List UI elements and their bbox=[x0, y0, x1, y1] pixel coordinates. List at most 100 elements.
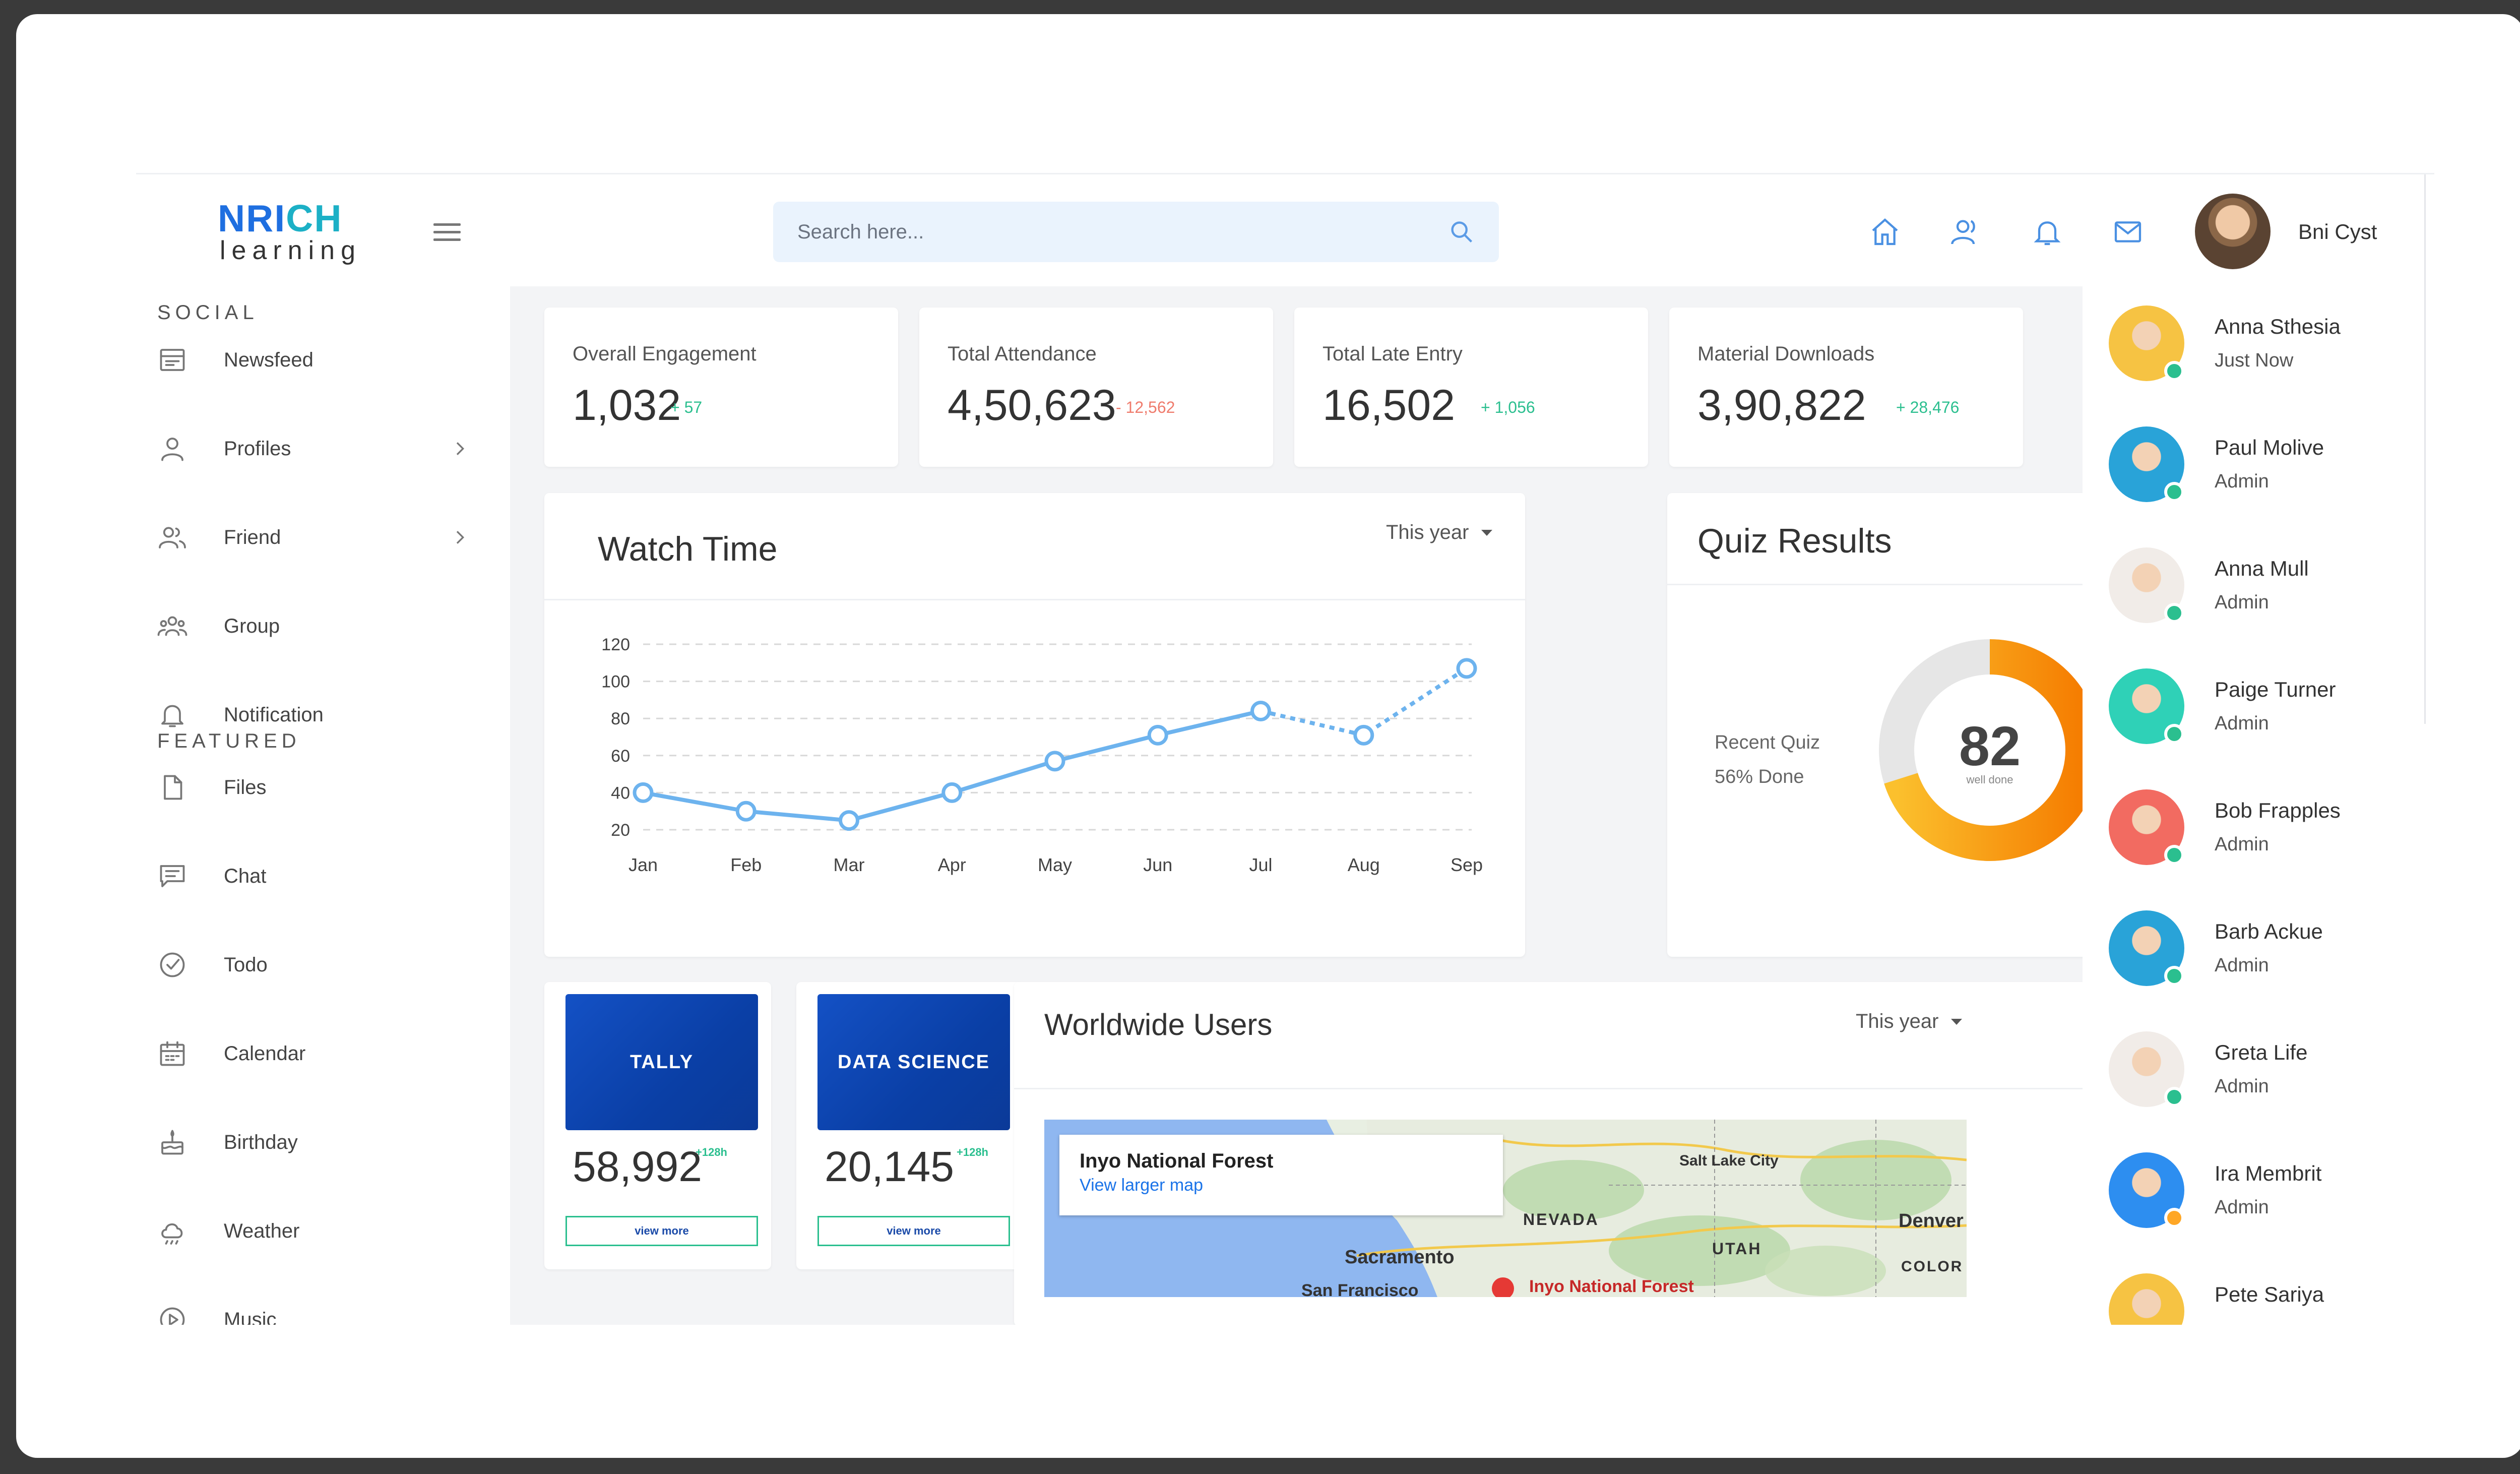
contact-role: Admin bbox=[2215, 471, 2269, 492]
view-more-button[interactable]: view more bbox=[817, 1216, 1010, 1246]
user-avatar[interactable] bbox=[2195, 194, 2271, 269]
data-point bbox=[839, 810, 859, 831]
status-indicator bbox=[2164, 603, 2184, 623]
chevron-right-icon[interactable] bbox=[450, 527, 470, 547]
sidebar-item-todo[interactable]: Todo bbox=[157, 940, 480, 990]
divider bbox=[544, 599, 1525, 600]
chevron-down-icon bbox=[1481, 529, 1492, 536]
contact-item[interactable]: Ira Membrit Admin bbox=[2109, 1152, 2411, 1233]
map-label: San Francisco bbox=[1301, 1281, 1419, 1297]
contact-item[interactable]: Greta Life Admin bbox=[2109, 1031, 2411, 1112]
status-indicator bbox=[2164, 482, 2184, 502]
contact-item[interactable]: Anna Sthesia Just Now bbox=[2109, 305, 2411, 386]
stat-delta: + 28,476 bbox=[1896, 398, 1960, 416]
x-tick-label: May bbox=[1038, 854, 1072, 875]
map-label: Sacramento bbox=[1345, 1247, 1455, 1268]
weather-icon bbox=[157, 1216, 187, 1246]
sidebar-item-calendar[interactable]: Calendar bbox=[157, 1028, 480, 1079]
search-input[interactable] bbox=[797, 220, 1448, 243]
music-icon bbox=[157, 1305, 187, 1325]
x-tick-label: Jan bbox=[628, 854, 658, 875]
contact-role: Admin bbox=[2215, 713, 2269, 734]
sidebar-item-label: Notification bbox=[224, 703, 324, 726]
quiz-score: 82 bbox=[1959, 715, 2021, 777]
bell-icon[interactable] bbox=[2031, 216, 2063, 248]
y-tick-label: 60 bbox=[611, 747, 630, 766]
stat-label: Total Late Entry bbox=[1322, 343, 1463, 365]
contact-role: Admin bbox=[2215, 592, 2269, 613]
divider bbox=[1014, 1088, 2146, 1089]
user-name[interactable]: Bni Cyst bbox=[2298, 220, 2377, 244]
notification-icon bbox=[157, 700, 187, 730]
sidebar-item-music[interactable]: Music bbox=[157, 1295, 480, 1325]
map-label: Salt Lake City bbox=[1679, 1152, 1779, 1169]
worldwide-period-label: This year bbox=[1856, 1010, 1939, 1032]
logo-sub: learning bbox=[220, 236, 362, 265]
contact-item[interactable]: Pete Sariya bbox=[2109, 1273, 2411, 1325]
contact-item[interactable]: Bob Frapples Admin bbox=[2109, 789, 2411, 870]
menu-toggle-icon[interactable] bbox=[433, 223, 461, 241]
sidebar-item-chat[interactable]: Chat bbox=[157, 851, 480, 901]
contact-name: Paige Turner bbox=[2215, 678, 2336, 701]
view-larger-map-link[interactable]: View larger map bbox=[1080, 1176, 1483, 1195]
x-tick-label: Sep bbox=[1451, 854, 1483, 875]
contact-item[interactable]: Anna Mull Admin bbox=[2109, 547, 2411, 628]
contact-item[interactable]: Paul Molive Admin bbox=[2109, 426, 2411, 507]
logo-main: NRICH bbox=[218, 197, 343, 239]
contact-name: Pete Sariya bbox=[2215, 1282, 2324, 1306]
sidebar-item-profiles[interactable]: Profiles bbox=[157, 423, 480, 474]
course-count: 58,992 bbox=[573, 1143, 702, 1190]
sidebar-item-label: Profiles bbox=[224, 437, 291, 460]
contacts-panel: Anna Sthesia Just Now Paul Molive Admin Anna… bbox=[2083, 286, 2434, 1325]
stat-card: Total Late Entry 16,502 + 1,056 bbox=[1294, 308, 1648, 467]
course-banner[interactable]: TALLY bbox=[565, 994, 758, 1130]
quiz-donut-chart: 82well done bbox=[1879, 639, 2101, 861]
contact-name: Ira Membrit bbox=[2215, 1161, 2322, 1185]
worldwide-period-select[interactable]: This year bbox=[1856, 1010, 1962, 1033]
stat-value: 16,502 bbox=[1322, 381, 1456, 429]
contact-role: Admin bbox=[2215, 1197, 2269, 1218]
search-icon[interactable] bbox=[1448, 219, 1475, 245]
sidebar-item-friend[interactable]: Friend bbox=[157, 512, 480, 563]
sidebar-item-label: Todo bbox=[224, 953, 268, 976]
sidebar-item-group[interactable]: Group bbox=[157, 601, 480, 651]
contact-name: Bob Frapples bbox=[2215, 799, 2341, 822]
map-label: Inyo National Forest bbox=[1529, 1277, 1694, 1296]
x-tick-label: Aug bbox=[1348, 854, 1380, 875]
watch-time-period-select[interactable]: This year bbox=[1386, 521, 1492, 544]
view-more-button[interactable]: view more bbox=[565, 1216, 758, 1246]
sidebar-item-files[interactable]: Files bbox=[157, 762, 480, 813]
world-map[interactable]: Inyo National Forest View larger map Sal… bbox=[1044, 1120, 1967, 1297]
course-name: TALLY bbox=[629, 1051, 694, 1073]
watch-time-title: Watch Time bbox=[598, 530, 778, 568]
sidebar-item-weather[interactable]: Weather bbox=[157, 1206, 480, 1256]
quiz-score-caption: well done bbox=[1966, 773, 2013, 786]
x-tick-label: Apr bbox=[938, 854, 966, 875]
chevron-right-icon[interactable] bbox=[450, 439, 470, 459]
contact-name: Anna Sthesia bbox=[2215, 315, 2341, 338]
stat-card: Material Downloads 3,90,822 + 28,476 bbox=[1669, 308, 2023, 467]
search-bar[interactable] bbox=[773, 202, 1499, 262]
sidebar-item-newsfeed[interactable]: Newsfeed bbox=[157, 335, 480, 385]
course-card: TALLY 58,992 +128h view more bbox=[544, 982, 771, 1269]
mail-icon[interactable] bbox=[2112, 216, 2144, 248]
divider bbox=[1667, 584, 2146, 585]
sidebar-item-label: Friend bbox=[224, 526, 281, 548]
course-name: DATA SCIENCE bbox=[838, 1051, 990, 1073]
home-icon[interactable] bbox=[1869, 216, 1901, 248]
sidebar-item-birthday[interactable]: Birthday bbox=[157, 1117, 480, 1168]
stat-value: 1,032 bbox=[573, 381, 681, 429]
data-point bbox=[1456, 658, 1477, 679]
contact-role: Admin bbox=[2215, 955, 2269, 976]
users-icon[interactable] bbox=[1949, 216, 1982, 248]
data-point bbox=[633, 782, 654, 803]
status-indicator bbox=[2164, 845, 2184, 865]
course-banner[interactable]: DATA SCIENCE bbox=[817, 994, 1010, 1130]
x-tick-label: Jun bbox=[1143, 854, 1172, 875]
app-logo[interactable]: NRICH learning bbox=[218, 200, 361, 264]
x-tick-label: Mar bbox=[834, 854, 865, 875]
contacts-scrollbar[interactable] bbox=[2424, 174, 2426, 724]
contact-item[interactable]: Barb Ackue Admin bbox=[2109, 910, 2411, 991]
contact-item[interactable]: Paige Turner Admin bbox=[2109, 668, 2411, 749]
status-indicator bbox=[2164, 1208, 2184, 1228]
